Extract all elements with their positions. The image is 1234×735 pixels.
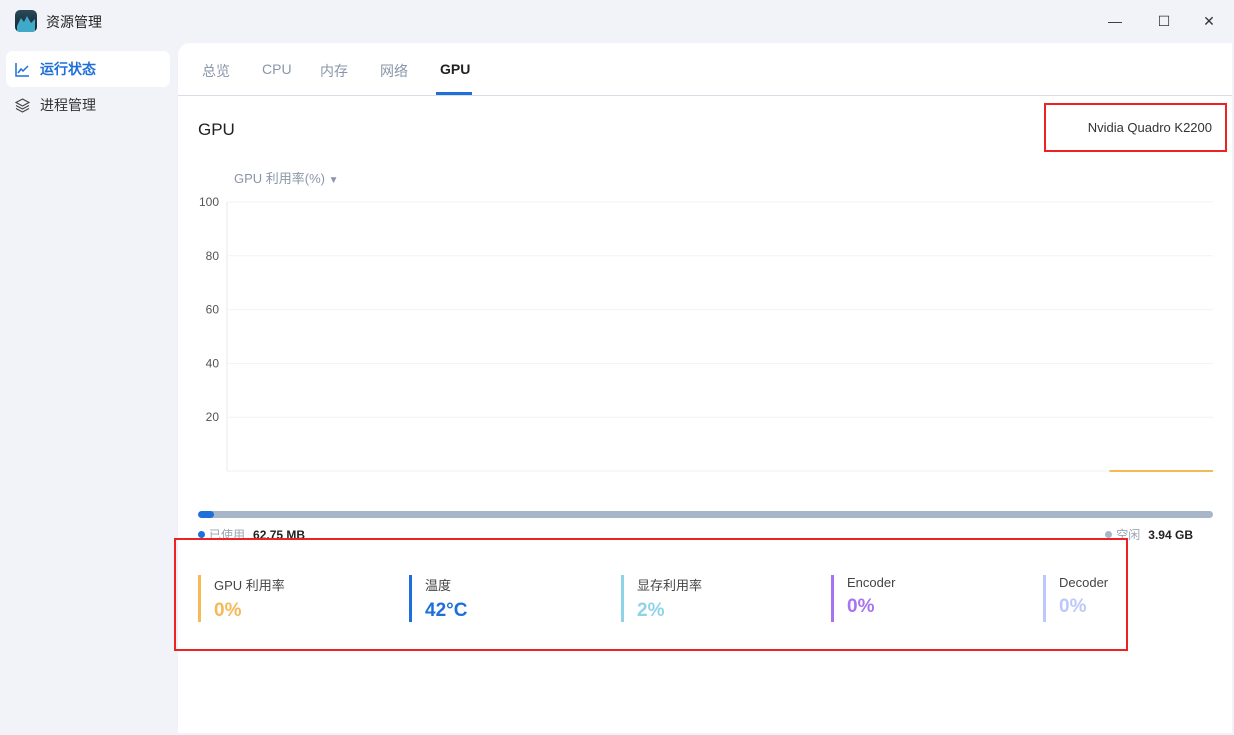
stat-value: 0%: [1059, 596, 1087, 617]
stat-label: GPU 利用率: [214, 578, 285, 593]
maximize-button[interactable]: ☐: [1149, 8, 1179, 34]
stat-label: 温度: [425, 578, 452, 593]
y-tick-label: 20: [206, 410, 220, 424]
app-title: 资源管理: [46, 14, 102, 30]
free-label: 空闲: [1116, 528, 1141, 542]
sidebar-item-label: 进程管理: [40, 97, 96, 113]
stat-value: 0%: [214, 600, 242, 621]
tab-cpu[interactable]: CPU: [262, 61, 292, 77]
sidebar-item-status[interactable]: 运行状态: [6, 51, 170, 87]
memory-free-legend: 空闲 3.94 GB: [1105, 526, 1193, 543]
section-title: GPU: [198, 120, 235, 139]
y-tick-label: 60: [206, 303, 220, 317]
y-tick-label: 80: [206, 249, 220, 263]
free-value: 3.94 GB: [1148, 527, 1193, 542]
tab-gpu[interactable]: GPU: [440, 61, 470, 77]
active-tab-indicator: [436, 92, 472, 95]
stat-value: 42°C: [425, 600, 468, 621]
stat-card: Decoder 0%: [1043, 575, 1108, 622]
sidebar: 运行状态 进程管理: [0, 43, 178, 735]
memory-used-fill: [198, 511, 214, 518]
used-value: 62.75 MB: [253, 527, 306, 542]
stat-value: 2%: [637, 600, 665, 621]
tab-overview[interactable]: 总览: [202, 61, 230, 81]
stat-label: Decoder: [1059, 575, 1109, 590]
minimize-button[interactable]: —: [1100, 8, 1130, 34]
stat-card: 显存利用率 2%: [621, 575, 702, 622]
gpu-usage-chart: 20 40 60 80 100: [199, 195, 1213, 472]
used-label: 已使用: [209, 528, 246, 542]
sidebar-item-label: 运行状态: [40, 61, 96, 77]
stat-card: 温度 42°C: [409, 575, 467, 622]
tab-bar: 总览 CPU 内存 网络 GPU: [178, 43, 1232, 96]
layers-icon: [15, 97, 30, 113]
main-panel: 总览 CPU 内存 网络 GPU GPU Nvidia Quadro K2200…: [178, 43, 1232, 733]
stat-card: Encoder 0%: [831, 575, 895, 622]
chart-title: GPU 利用率(%): [234, 171, 326, 186]
stat-label: 显存利用率: [637, 578, 703, 593]
chart-metric-select[interactable]: GPU 利用率(%) ▼: [234, 168, 339, 187]
app-logo-icon: [15, 10, 37, 32]
stat-value: 0%: [847, 596, 875, 617]
gpu-device-name: Nvidia Quadro K2200: [1087, 120, 1212, 135]
y-tick-label: 100: [199, 195, 219, 209]
caret-down-icon: ▼: [328, 175, 339, 186]
tab-network[interactable]: 网络: [380, 61, 408, 81]
chart-line-icon: [15, 62, 29, 77]
close-button[interactable]: ✕: [1194, 8, 1224, 34]
used-dot-icon: [198, 531, 205, 538]
sidebar-item-processes[interactable]: 进程管理: [6, 87, 170, 123]
memory-usage-bar: [198, 511, 1213, 518]
tab-memory[interactable]: 内存: [320, 61, 348, 81]
free-dot-icon: [1105, 531, 1113, 538]
y-tick-label: 40: [206, 356, 220, 370]
memory-used-legend: 已使用 62.75 MB: [198, 526, 305, 543]
stat-label: Encoder: [847, 575, 896, 590]
stat-card: GPU 利用率 0%: [198, 575, 285, 622]
title-bar: 资源管理 — ☐ ✕: [0, 0, 1234, 43]
